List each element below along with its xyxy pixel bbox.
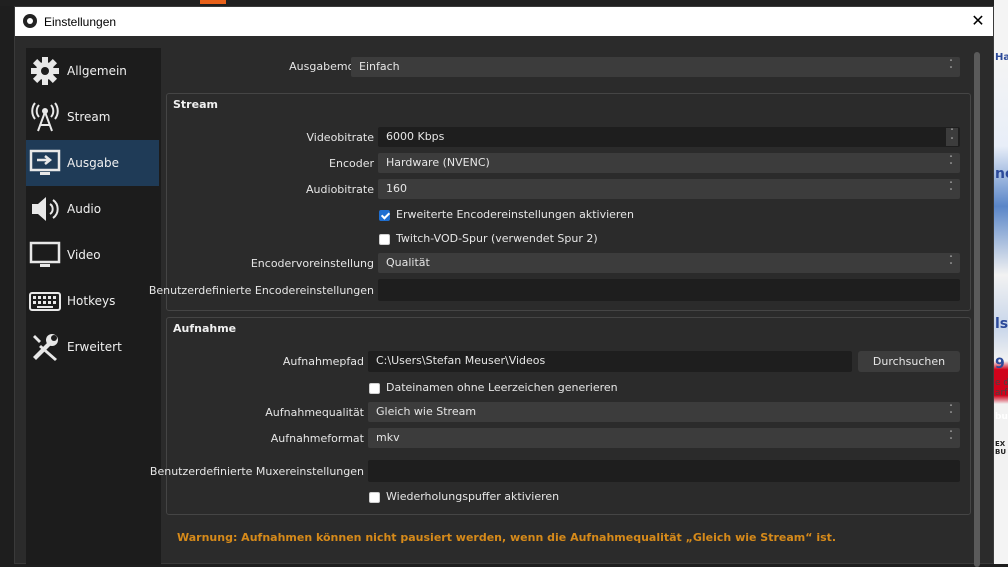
audio-bitrate-label: Audiobitrate	[306, 183, 374, 196]
recording-format-label: Aufnahmeformat	[270, 432, 364, 445]
audio-bitrate-select[interactable]: 160 ˄ ˅	[378, 179, 960, 199]
antenna-icon	[31, 102, 59, 132]
no-spaces-label: Dateinamen ohne Leerzeichen generieren	[386, 381, 618, 394]
sidebar-item-label: Stream	[67, 110, 111, 124]
custom-muxer-input[interactable]	[368, 460, 960, 482]
encoder-preset-value: Qualität	[386, 256, 430, 269]
encoder-label: Encoder	[329, 157, 374, 170]
recording-format-select[interactable]: mkv ˄ ˅	[368, 428, 960, 448]
replay-buffer-label: Wiederholungspuffer aktivieren	[386, 490, 560, 503]
desktop-accent	[200, 0, 226, 4]
sidebar-item-label: Hotkeys	[67, 294, 116, 308]
encoder-preset-select[interactable]: Qualität ˄ ˅	[378, 253, 960, 273]
audio-bitrate-value: 160	[386, 182, 407, 195]
updown-chevron-icon: ˄ ˅	[949, 404, 953, 419]
title-bar: Einstellungen ✕	[15, 7, 993, 36]
video-bitrate-input[interactable]: 6000 Kbps ˄ ˅	[378, 127, 960, 147]
advanced-encoder-checkbox[interactable]	[379, 210, 390, 221]
sidebar-item-erweitert[interactable]: Erweitert	[26, 324, 159, 370]
ad-text: ls	[995, 316, 1008, 332]
recording-path-input[interactable]: C:\Users\Stefan Meuser\Videos	[368, 351, 852, 372]
custom-encoder-input[interactable]	[378, 279, 960, 301]
close-button[interactable]: ✕	[963, 7, 993, 36]
settings-sidebar: Allgemein Stream Ausgabe Audio Video Hot…	[26, 48, 161, 565]
recording-group-title: Aufnahme	[173, 322, 237, 335]
sidebar-item-label: Allgemein	[67, 64, 127, 78]
monitor-icon	[29, 241, 61, 267]
sidebar-item-label: Audio	[67, 202, 102, 216]
keyboard-icon	[29, 292, 61, 311]
sidebar-item-allgemein[interactable]: Allgemein	[26, 48, 159, 94]
obs-logo-icon	[23, 14, 37, 28]
updown-chevron-icon: ˄ ˅	[949, 59, 953, 74]
no-spaces-checkbox[interactable]	[369, 383, 380, 394]
custom-encoder-label: Benutzerdefinierte Encodereinstellungen	[148, 284, 374, 297]
sidebar-item-audio[interactable]: Audio	[26, 186, 159, 232]
ad-text: BU	[995, 448, 1007, 456]
background-ad	[994, 60, 1008, 490]
browse-button[interactable]: Durchsuchen	[858, 351, 960, 372]
video-bitrate-value: 6000 Kbps	[386, 130, 445, 143]
recording-path-value: C:\Users\Stefan Meuser\Videos	[376, 354, 546, 367]
sidebar-item-label: Ausgabe	[67, 156, 120, 170]
encoder-select[interactable]: Hardware (NVENC) ˄ ˅	[378, 153, 960, 173]
encoder-value: Hardware (NVENC)	[386, 156, 490, 169]
output-mode-select[interactable]: Einfach ˄ ˅	[351, 57, 960, 77]
ad-text: 9	[995, 356, 1005, 372]
replay-buffer-checkbox[interactable]	[369, 492, 380, 503]
spinbox-arrows-icon[interactable]: ˄ ˅	[946, 128, 958, 146]
stream-group-title: Stream	[173, 98, 218, 111]
gear-icon	[31, 57, 59, 85]
ad-text: arf	[995, 388, 1008, 398]
video-bitrate-label: Videobitrate	[306, 131, 374, 144]
sidebar-item-video[interactable]: Video	[26, 232, 159, 278]
updown-chevron-icon: ˄ ˅	[949, 181, 953, 196]
encoder-preset-label: Encodervoreinstellung	[250, 257, 374, 270]
updown-chevron-icon: ˄ ˅	[949, 430, 953, 445]
twitch-vod-checkbox[interactable]	[379, 234, 390, 245]
output-mode-value: Einfach	[359, 60, 400, 73]
scrollbar-thumb[interactable]	[974, 52, 980, 567]
window-title: Einstellungen	[44, 15, 117, 29]
monitor-output-icon	[29, 149, 61, 175]
twitch-vod-label: Twitch-VOD-Spur (verwendet Spur 2)	[396, 232, 598, 245]
sidebar-item-ausgabe[interactable]: Ausgabe	[26, 140, 159, 186]
updown-chevron-icon: ˄ ˅	[949, 255, 953, 270]
stream-group: Stream Videobitrate 6000 Kbps ˄ ˅ Encoder…	[149, 93, 971, 311]
sidebar-item-stream[interactable]: Stream	[26, 94, 159, 140]
recording-path-label: Aufnahmepfad	[282, 355, 364, 368]
advanced-encoder-label: Erweiterte Encodereinstellungen aktivier…	[396, 208, 634, 221]
vertical-scrollbar[interactable]	[972, 50, 982, 567]
ad-text: e d	[995, 378, 1008, 388]
speaker-icon	[32, 197, 59, 221]
recording-format-value: mkv	[376, 431, 400, 444]
ad-text: Ha	[995, 52, 1008, 63]
sidebar-item-hotkeys[interactable]: Hotkeys	[26, 278, 159, 324]
ad-text: nc	[995, 166, 1008, 182]
ad-text: bu	[995, 412, 1008, 422]
ad-text: EX	[995, 440, 1006, 448]
sidebar-item-label: Video	[67, 248, 101, 262]
sidebar-item-label: Erweitert	[67, 340, 122, 354]
tools-icon	[33, 334, 58, 361]
settings-window: Einstellungen ✕ Allgemein Stream Ausgabe…	[14, 6, 994, 567]
recording-group: Aufnahme Aufnahmepfad C:\Users\Stefan Me…	[150, 317, 971, 515]
recording-quality-value: Gleich wie Stream	[376, 405, 477, 418]
output-settings-panel: Ausgabemodus Einfach ˄ ˅ Stream Videobitr…	[149, 48, 971, 565]
recording-quality-select[interactable]: Gleich wie Stream ˄ ˅	[368, 402, 960, 422]
recording-quality-label: Aufnahmequalität	[265, 406, 364, 419]
updown-chevron-icon: ˄ ˅	[949, 155, 953, 170]
warning-text: Warnung: Aufnahmen können nicht pausiert…	[177, 531, 837, 544]
custom-muxer-label: Benutzerdefinierte Muxereinstellungen	[149, 465, 364, 478]
